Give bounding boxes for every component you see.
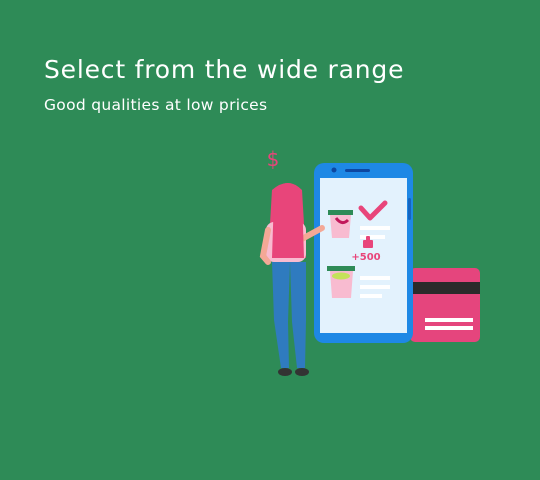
credit-card-icon: [410, 268, 480, 342]
points-badge: +500: [351, 252, 380, 263]
product-bucket-icon: [328, 210, 353, 238]
smartphone-icon: +500: [314, 163, 413, 343]
shopping-illustration: +500 $: [259, 147, 480, 376]
woman-figure: [259, 183, 325, 376]
onboarding-subtitle: Good qualities at low prices: [44, 96, 268, 114]
dollar-icon: $: [267, 147, 280, 171]
onboarding-title: Select from the wide range: [44, 55, 405, 84]
